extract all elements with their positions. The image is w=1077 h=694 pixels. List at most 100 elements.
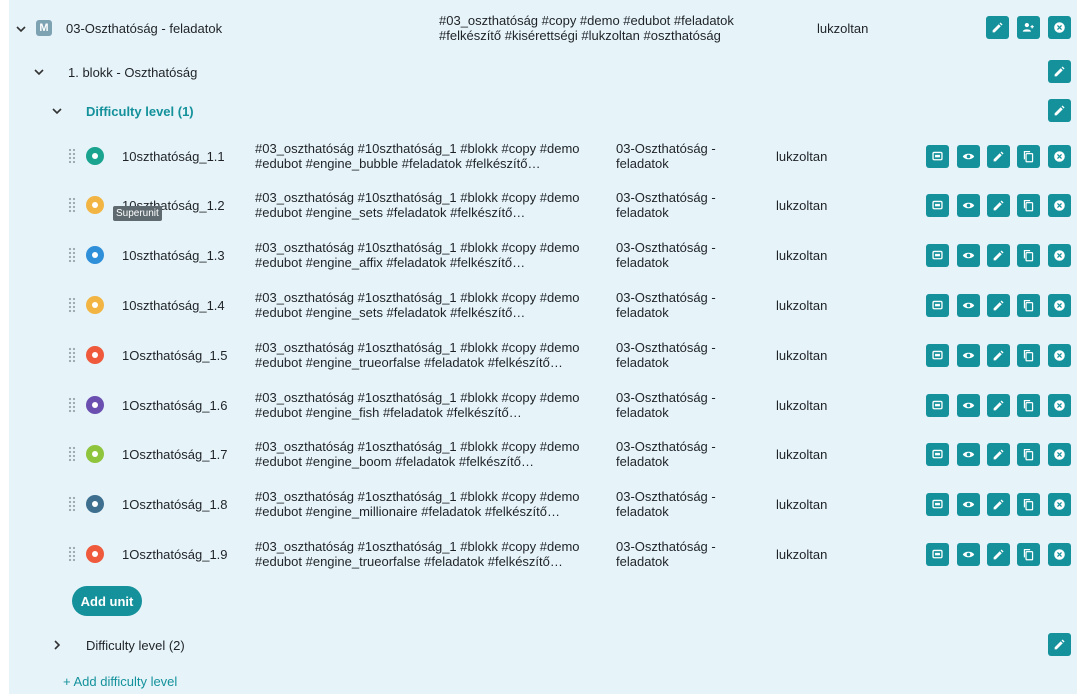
preview-button[interactable] <box>926 145 949 168</box>
edit-button[interactable] <box>987 493 1010 516</box>
view-button[interactable] <box>957 194 980 217</box>
module-delete-button[interactable] <box>1048 16 1071 39</box>
module-edit-button[interactable] <box>986 16 1009 39</box>
module-share-button[interactable] <box>1017 16 1040 39</box>
preview-button[interactable] <box>926 194 949 217</box>
copy-button[interactable] <box>1017 294 1040 317</box>
view-button[interactable] <box>957 145 980 168</box>
copy-button[interactable] <box>1017 194 1040 217</box>
edit-button[interactable] <box>987 194 1010 217</box>
copy-icon <box>1023 449 1034 461</box>
edit-button[interactable] <box>987 344 1010 367</box>
copy-button[interactable] <box>1017 344 1040 367</box>
view-button[interactable] <box>957 344 980 367</box>
difficulty-level-title[interactable]: Difficulty level (1) <box>86 104 194 119</box>
drag-handle-icon[interactable] <box>68 397 76 413</box>
screen-icon <box>932 549 943 559</box>
unit-owner: lukzoltan <box>776 149 828 164</box>
copy-button[interactable] <box>1017 145 1040 168</box>
eye-icon <box>962 402 975 409</box>
delete-button[interactable] <box>1048 543 1071 566</box>
delete-button[interactable] <box>1048 344 1071 367</box>
unit-name[interactable]: 10szthatóság_1.4 <box>122 298 225 313</box>
screen-icon <box>932 200 943 210</box>
difficulty-level-title[interactable]: Difficulty level (2) <box>86 638 185 653</box>
copy-icon <box>1023 400 1034 412</box>
view-button[interactable] <box>957 443 980 466</box>
close-circle-icon <box>1054 549 1065 560</box>
user-add-icon <box>1022 22 1034 32</box>
drag-handle-icon[interactable] <box>68 347 76 363</box>
delete-button[interactable] <box>1048 443 1071 466</box>
drag-handle-icon[interactable] <box>68 247 76 263</box>
edit-button[interactable] <box>987 145 1010 168</box>
drag-handle-icon[interactable] <box>68 148 76 164</box>
pencil-icon <box>993 250 1004 261</box>
copy-button[interactable] <box>1017 443 1040 466</box>
unit-name[interactable]: 1Oszthatóság_1.6 <box>122 398 228 413</box>
chevron-down-icon[interactable] <box>14 22 28 36</box>
superunit-tooltip: Superunit <box>113 206 162 221</box>
copy-icon <box>1023 350 1034 362</box>
delete-button[interactable] <box>1048 244 1071 267</box>
screen-icon <box>932 499 943 509</box>
unit-name[interactable]: 1Oszthatóság_1.5 <box>122 348 228 363</box>
unit-name[interactable]: 1Oszthatóság_1.9 <box>122 547 228 562</box>
copy-button[interactable] <box>1017 244 1040 267</box>
view-button[interactable] <box>957 244 980 267</box>
unit-tags: #03_oszthatóság #1oszthatóság_1 #blokk #… <box>255 290 580 320</box>
unit-module: 03-Oszthatóság - feladatok <box>616 340 716 370</box>
edit-button[interactable] <box>987 543 1010 566</box>
unit-name[interactable]: 10szthatóság_1.3 <box>122 248 225 263</box>
view-button[interactable] <box>957 294 980 317</box>
preview-button[interactable] <box>926 443 949 466</box>
copy-button[interactable] <box>1017 543 1040 566</box>
unit-owner: lukzoltan <box>776 348 828 363</box>
module-tags: #03_oszthatóság #copy #demo #edubot #fel… <box>439 13 734 43</box>
preview-button[interactable] <box>926 394 949 417</box>
trueorfalse-engine-icon <box>86 346 104 364</box>
view-button[interactable] <box>957 493 980 516</box>
unit-name[interactable]: 1Oszthatóság_1.7 <box>122 447 228 462</box>
fish-engine-icon <box>86 396 104 414</box>
chevron-down-icon[interactable] <box>32 65 46 79</box>
delete-button[interactable] <box>1048 294 1071 317</box>
edit-button[interactable] <box>987 244 1010 267</box>
chevron-down-icon[interactable] <box>50 104 64 118</box>
preview-button[interactable] <box>926 294 949 317</box>
edit-button[interactable] <box>987 443 1010 466</box>
delete-button[interactable] <box>1048 145 1071 168</box>
preview-button[interactable] <box>926 344 949 367</box>
unit-name[interactable]: 1Oszthatóság_1.8 <box>122 497 228 512</box>
difficulty-edit-button[interactable] <box>1048 633 1071 656</box>
copy-button[interactable] <box>1017 493 1040 516</box>
eye-icon <box>962 352 975 359</box>
view-button[interactable] <box>957 394 980 417</box>
chevron-right-icon[interactable] <box>50 638 64 652</box>
drag-handle-icon[interactable] <box>68 446 76 462</box>
drag-handle-icon[interactable] <box>68 197 76 213</box>
add-difficulty-level-link[interactable]: + Add difficulty level <box>63 674 177 689</box>
drag-handle-icon[interactable] <box>68 496 76 512</box>
copy-button[interactable] <box>1017 394 1040 417</box>
block-title[interactable]: 1. blokk - Oszthatóság <box>68 65 197 80</box>
delete-button[interactable] <box>1048 394 1071 417</box>
delete-button[interactable] <box>1048 194 1071 217</box>
preview-button[interactable] <box>926 493 949 516</box>
unit-name[interactable]: 10szthatóság_1.1 <box>122 149 225 164</box>
unit-owner: lukzoltan <box>776 298 828 313</box>
pencil-icon <box>993 350 1004 361</box>
add-unit-button[interactable]: Add unit <box>72 586 142 616</box>
drag-handle-icon[interactable] <box>68 546 76 562</box>
preview-button[interactable] <box>926 543 949 566</box>
pencil-icon <box>993 400 1004 411</box>
delete-button[interactable] <box>1048 493 1071 516</box>
module-title[interactable]: 03-Oszthatóság - feladatok <box>66 21 222 36</box>
drag-handle-icon[interactable] <box>68 297 76 313</box>
edit-button[interactable] <box>987 294 1010 317</box>
preview-button[interactable] <box>926 244 949 267</box>
view-button[interactable] <box>957 543 980 566</box>
difficulty-edit-button[interactable] <box>1048 99 1071 122</box>
edit-button[interactable] <box>987 394 1010 417</box>
block-edit-button[interactable] <box>1048 60 1071 83</box>
